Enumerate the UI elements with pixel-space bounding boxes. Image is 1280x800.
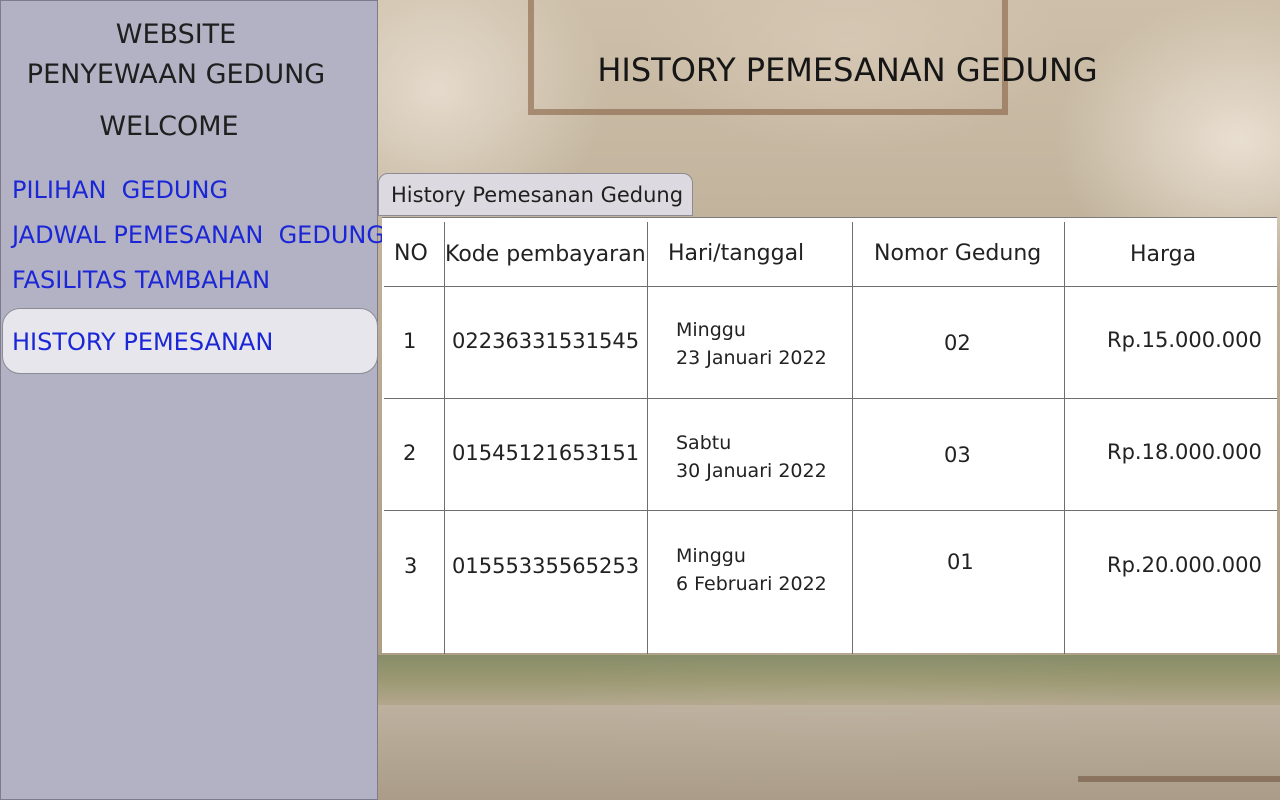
column-header-harga: Harga — [1130, 242, 1197, 267]
tab-history-pemesanan-gedung[interactable]: History Pemesanan Gedung — [378, 173, 693, 216]
table-cell-tanggal: 6 Februari 2022 — [676, 573, 827, 595]
table-cell-no: 2 — [403, 441, 417, 465]
site-title-line2: PENYEWAAN GEDUNG — [26, 59, 326, 90]
table-cell-harga: Rp.15.000.000 — [1107, 328, 1262, 352]
sidebar: WEBSITE PENYEWAAN GEDUNG WELCOME PILIHAN… — [0, 0, 385, 800]
table-cell-hari: Sabtu — [676, 432, 732, 454]
history-table: NO Kode pembayaran Hari/tanggal Nomor Ge… — [382, 217, 1277, 654]
table-cell-harga: Rp.20.000.000 — [1107, 553, 1262, 577]
background-rail — [1078, 776, 1280, 782]
nav-jadwal-pemesanan-gedung[interactable]: JADWAL PEMESANAN GEDUNG — [12, 218, 385, 252]
table-row-divider — [384, 398, 1277, 399]
table-row-divider — [384, 510, 1277, 511]
table-cell-gedung: 02 — [944, 331, 971, 355]
background-floor — [378, 705, 1280, 800]
table-cell-kode: 01555335565253 — [452, 554, 640, 578]
table-cell-kode: 02236331531545 — [452, 329, 640, 353]
table-cell-tanggal: 30 Januari 2022 — [676, 460, 827, 482]
column-header-kode-pembayaran: Kode pembayaran — [445, 242, 646, 267]
table-cell-no: 3 — [404, 554, 418, 578]
column-header-hari-tanggal: Hari/tanggal — [668, 241, 805, 266]
nav-fasilitas-tambahan[interactable]: FASILITAS TAMBAHAN — [12, 263, 270, 297]
nav-history-pemesanan[interactable]: HISTORY PEMESANAN — [12, 325, 273, 359]
welcome-text: WELCOME — [99, 111, 239, 142]
column-header-no: NO — [394, 241, 428, 266]
nav-pilihan-gedung[interactable]: PILIHAN GEDUNG — [12, 173, 228, 207]
site-title-line1: WEBSITE — [115, 19, 237, 50]
table-row-divider — [384, 286, 1277, 287]
table-cell-hari: Minggu — [676, 319, 746, 341]
page-title: HISTORY PEMESANAN GEDUNG — [597, 51, 1098, 89]
table-cell-gedung: 03 — [944, 443, 971, 467]
table-cell-gedung: 01 — [947, 550, 974, 574]
column-header-nomor-gedung: Nomor Gedung — [874, 241, 1042, 266]
site-title: WEBSITE PENYEWAAN GEDUNG — [1, 15, 351, 95]
table-cell-harga: Rp.18.000.000 — [1107, 440, 1262, 464]
background-foliage — [378, 655, 1280, 705]
table-cell-hari: Minggu — [676, 545, 746, 567]
table-cell-no: 1 — [403, 329, 417, 353]
table-cell-tanggal: 23 Januari 2022 — [676, 347, 827, 369]
table-cell-kode: 01545121653151 — [452, 441, 640, 465]
